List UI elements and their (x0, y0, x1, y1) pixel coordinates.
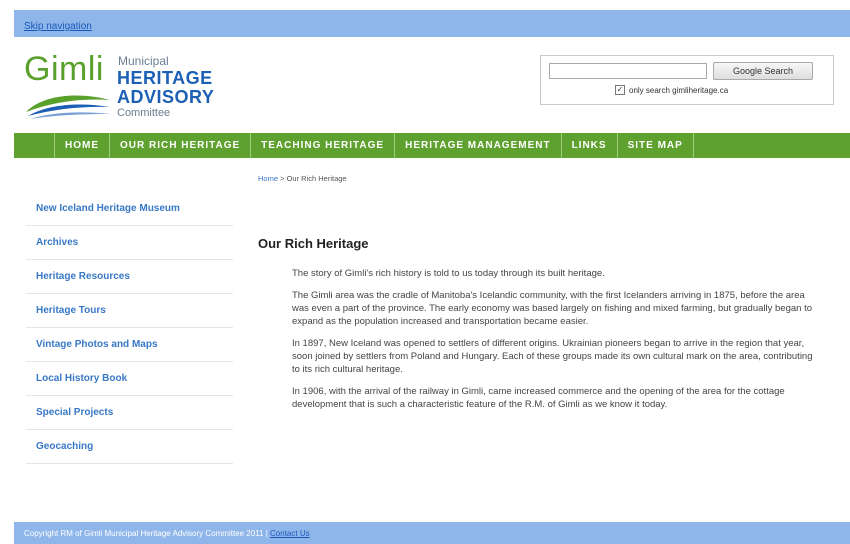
google-search-button[interactable]: Google Search (713, 62, 813, 80)
sidebar-item-local-history-book[interactable]: Local History Book (26, 362, 233, 396)
breadcrumb-current: Our Rich Heritage (286, 174, 347, 183)
breadcrumb-home-link[interactable]: Home (258, 174, 278, 183)
logo-heritage-text: HERITAGE (117, 68, 213, 88)
nav-home[interactable]: HOME (54, 133, 110, 158)
content-paragraph: In 1906, with the arrival of the railway… (292, 386, 785, 410)
sidebar-item-special-projects[interactable]: Special Projects (26, 396, 233, 430)
sidebar-item-vintage-photos-and-maps[interactable]: Vintage Photos and Maps (26, 328, 233, 362)
content-paragraph: The story of Gimli's rich history is tol… (292, 268, 605, 279)
logo-swoosh-icon (26, 95, 110, 119)
nav-teaching-heritage[interactable]: TEACHING HERITAGE (251, 133, 396, 158)
sidebar-item-new-iceland-heritage-museum[interactable]: New Iceland Heritage Museum (26, 192, 233, 226)
logo-committee-text: Committee (117, 107, 171, 119)
logo-gimli-text: Gimli (24, 50, 104, 88)
main-navigation: HOME OUR RICH HERITAGE TEACHING HERITAGE… (14, 133, 850, 158)
footer-copyright: Copyright RM of Gimli Municipal Heritage… (24, 529, 268, 538)
nav-heritage-management[interactable]: HERITAGE MANAGEMENT (395, 133, 562, 158)
logo-advisory-text: ADVISORY (117, 87, 215, 107)
nav-site-map[interactable]: SITE MAP (618, 133, 694, 158)
content-paragraph: The Gimli area was the cradle of Manitob… (292, 290, 812, 327)
nav-our-rich-heritage[interactable]: OUR RICH HERITAGE (110, 133, 252, 158)
sidebar: New Iceland Heritage Museum Archives Her… (26, 192, 233, 464)
search-panel: Google Search ✓ only search gimliheritag… (540, 55, 834, 105)
breadcrumb-separator: > (278, 174, 287, 183)
sidebar-item-archives[interactable]: Archives (26, 226, 233, 260)
footer-contact-link[interactable]: Contact Us (270, 529, 310, 538)
sidebar-item-heritage-resources[interactable]: Heritage Resources (26, 260, 233, 294)
site-search-option[interactable]: ✓ only search gimliheritage.ca (615, 85, 728, 95)
main-content: The story of Gimli's rich history is tol… (292, 267, 822, 420)
logo-municipal-text: Municipal (118, 54, 169, 68)
search-input[interactable] (549, 63, 707, 79)
sidebar-item-heritage-tours[interactable]: Heritage Tours (26, 294, 233, 328)
sidebar-item-geocaching[interactable]: Geocaching (26, 430, 233, 464)
site-search-checkbox[interactable]: ✓ (615, 85, 625, 95)
top-bar: Skip navigation (14, 10, 850, 37)
site-search-label: only search gimliheritage.ca (629, 85, 729, 95)
content-paragraph: In 1897, New Iceland was opened to settl… (292, 338, 813, 375)
nav-links[interactable]: LINKS (562, 133, 618, 158)
skip-navigation-link[interactable]: Skip navigation (24, 21, 92, 32)
footer: Copyright RM of Gimli Municipal Heritage… (14, 522, 850, 544)
page-title: Our Rich Heritage (258, 236, 369, 251)
site-logo[interactable]: Gimli Municipal HERITAGE ADVISORY Commit… (24, 50, 224, 122)
breadcrumb: Home > Our Rich Heritage (258, 174, 347, 183)
